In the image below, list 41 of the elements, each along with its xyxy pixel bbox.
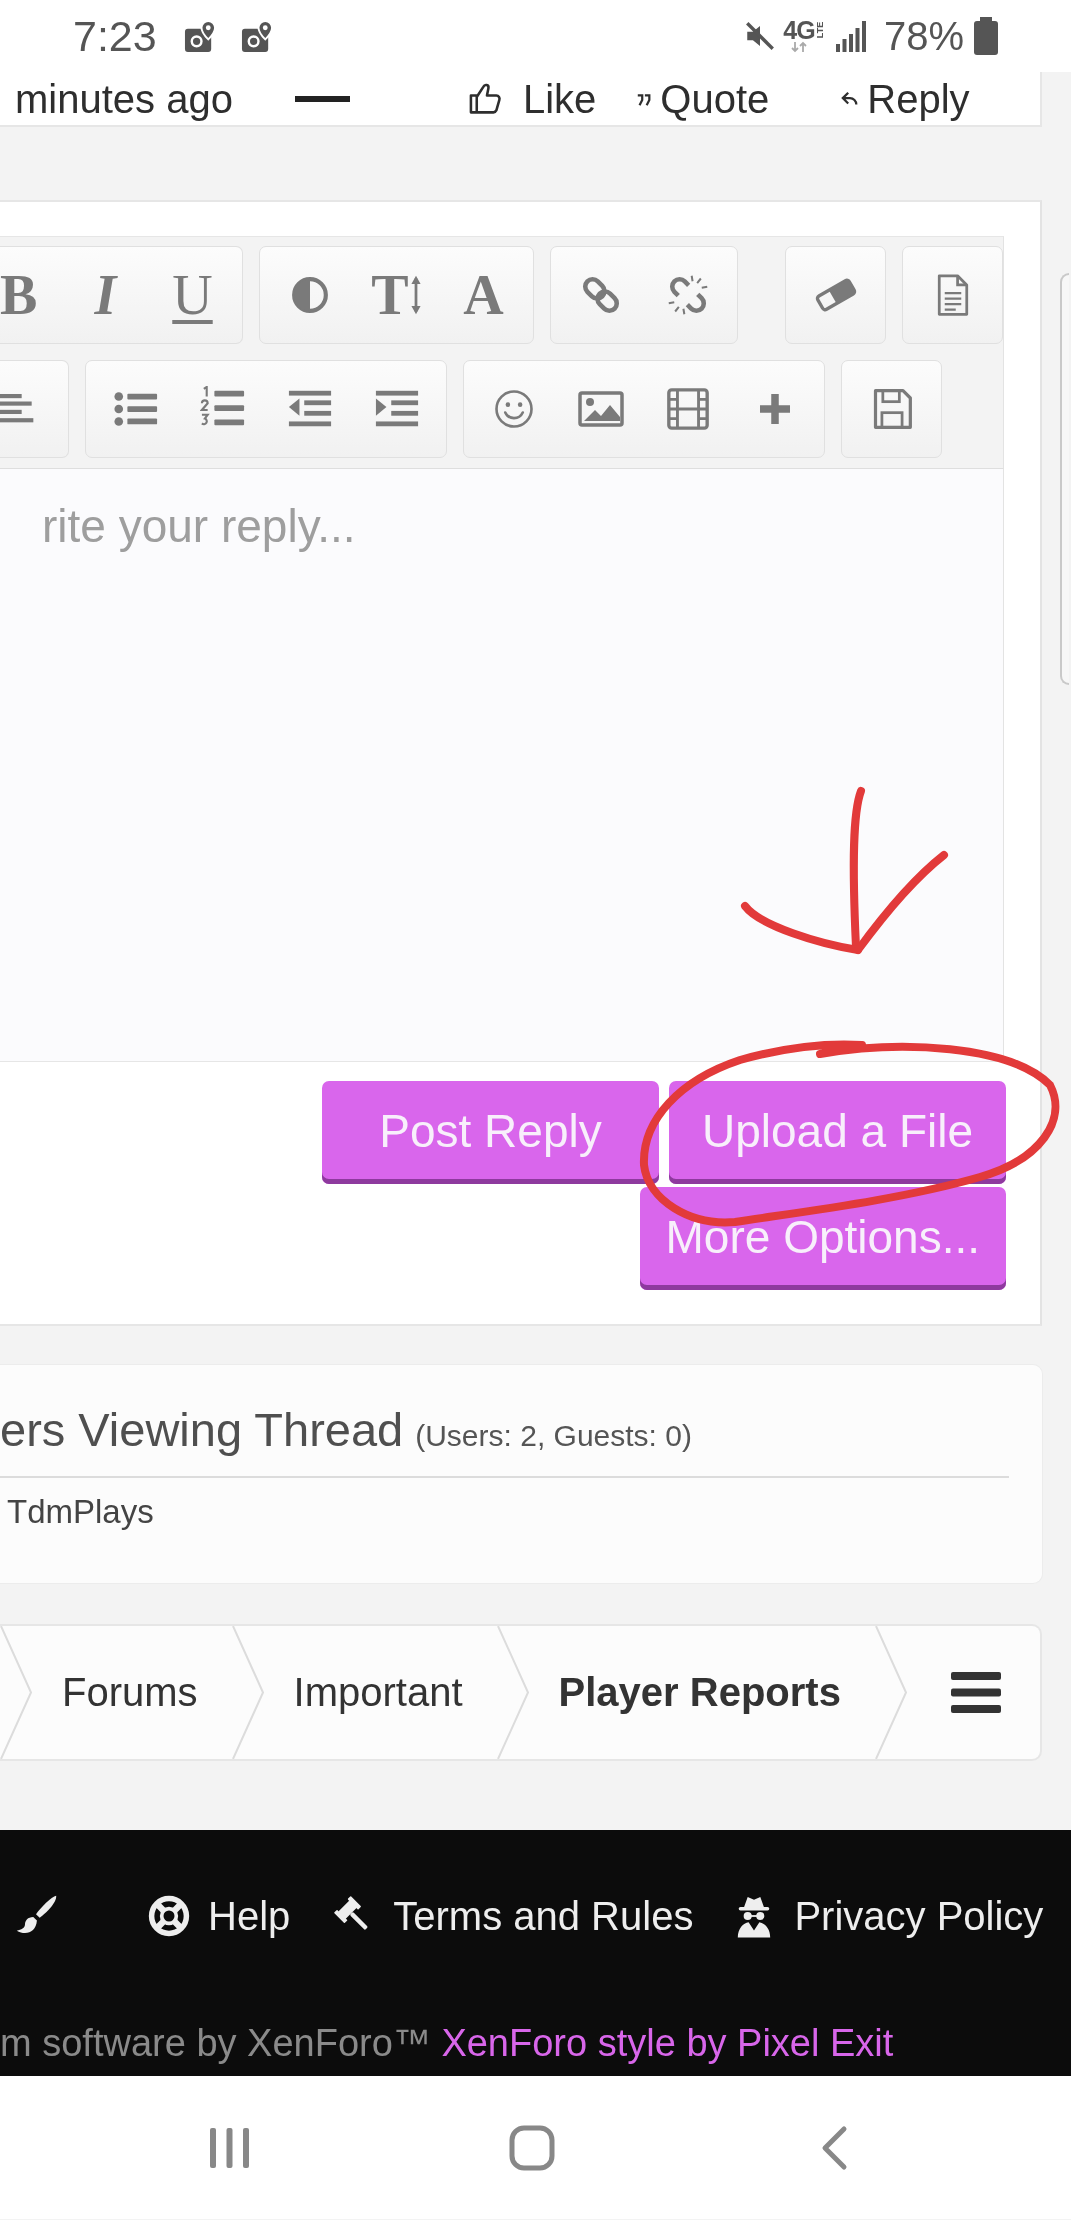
- incognito-icon: [736, 1894, 773, 1938]
- text-size-button[interactable]: T: [353, 247, 440, 343]
- clock-time: 7:23: [73, 11, 157, 61]
- breadcrumb-link[interactable]: Forums: [32, 1626, 232, 1759]
- lifebuoy-icon: [147, 1894, 191, 1938]
- italic-button[interactable]: I: [62, 247, 149, 343]
- post-time: minutes ago: [15, 75, 233, 122]
- film-strip-icon: [664, 386, 711, 432]
- battery-icon: [973, 17, 999, 55]
- signal-icon: [835, 20, 866, 52]
- menu-icon[interactable]: [950, 1672, 1001, 1713]
- bold-button[interactable]: B: [0, 247, 62, 343]
- reply-textarea[interactable]: rite your reply...: [0, 469, 1004, 1062]
- map-pin-icon: [240, 19, 274, 53]
- viewers-count: (Users: 2, Guests: 0): [415, 1419, 692, 1453]
- contrast-icon: [289, 275, 330, 315]
- help-link[interactable]: Help: [147, 1892, 291, 1940]
- terms-link[interactable]: Terms and Rules: [333, 1892, 694, 1940]
- viewer-name[interactable]: TdmPlays: [7, 1492, 154, 1532]
- battery-percent: 78%: [883, 13, 964, 59]
- style-credit-link[interactable]: XenForo style by Pixel Exit: [441, 2022, 894, 2064]
- credit-text: m software by XenForo™ XenForo style by Pixel Exit: [0, 2021, 895, 2066]
- back-icon[interactable]: [820, 2124, 848, 2171]
- map-pin-icon: [183, 19, 217, 53]
- breadcrumb-link[interactable]: Player Reports: [528, 1626, 875, 1759]
- data-arrows-icon: [789, 41, 808, 53]
- home-icon[interactable]: [509, 2124, 555, 2171]
- breadcrumb-link[interactable]: Important: [263, 1626, 497, 1759]
- font-button[interactable]: A: [440, 247, 527, 343]
- underline-button[interactable]: U: [149, 247, 236, 343]
- network-type: 4G: [783, 19, 815, 41]
- reply-link[interactable]: Reply: [841, 75, 970, 122]
- network-subtype: LTE: [814, 21, 825, 39]
- recent-apps-icon[interactable]: [208, 2125, 251, 2170]
- privacy-link[interactable]: Privacy Policy: [736, 1892, 1044, 1940]
- dash-mark: [294, 95, 350, 102]
- viewers-title: ers Viewing Thread: [0, 1402, 404, 1458]
- quote-link[interactable]: Quote: [636, 75, 770, 122]
- thumbs-up-icon: [467, 81, 503, 116]
- smiley-icon: [492, 388, 535, 430]
- like-link[interactable]: Like: [467, 75, 597, 122]
